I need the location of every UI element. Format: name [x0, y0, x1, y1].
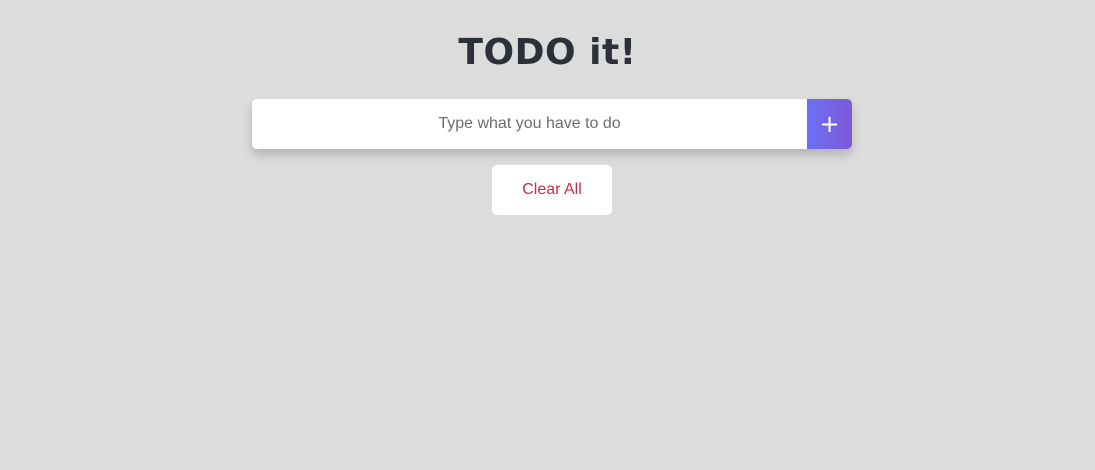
add-todo-button[interactable]: +	[807, 99, 852, 149]
clear-all-button[interactable]: Clear All	[492, 165, 612, 215]
todo-input[interactable]	[252, 99, 807, 149]
todo-app: TODO it! + Clear All	[0, 0, 1095, 470]
plus-icon: +	[819, 110, 840, 138]
todo-input-row: +	[252, 99, 852, 149]
page-title: TODO it!	[458, 32, 637, 73]
